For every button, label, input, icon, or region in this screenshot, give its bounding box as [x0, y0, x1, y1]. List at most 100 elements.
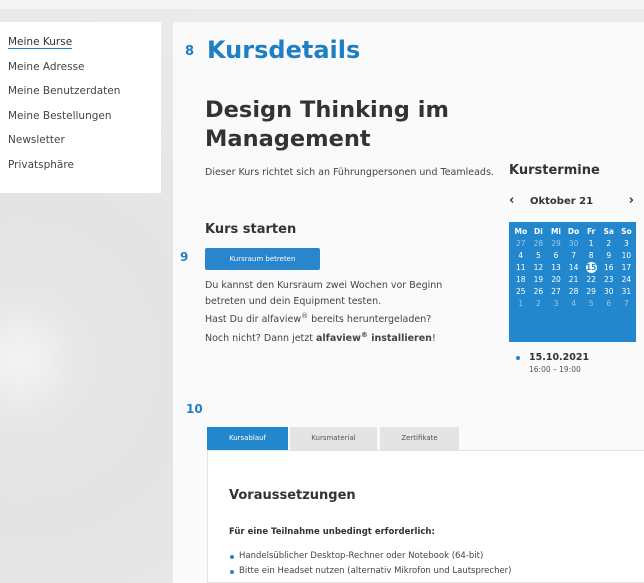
- requirements-list: Handelsüblicher Desktop-Rechner oder Not…: [229, 549, 512, 579]
- calendar-day[interactable]: 31: [618, 286, 636, 298]
- calendar-day-selected[interactable]: 15: [585, 262, 597, 273]
- calendar-day[interactable]: 28: [530, 238, 548, 250]
- calendar-month-label: Oktober 21: [530, 196, 594, 207]
- info-text: Hast Du dir alfaview: [205, 314, 302, 326]
- calendar-day[interactable]: 11: [512, 262, 530, 274]
- enter-course-room-button[interactable]: Kursraum betreten: [205, 248, 320, 270]
- sidebar-item-privatsphaere[interactable]: Privatsphäre: [8, 159, 161, 184]
- sidebar-item-meine-adresse[interactable]: Meine Adresse: [8, 61, 161, 86]
- annotation-number-8: 8: [185, 44, 195, 59]
- sidebar-item-label: Newsletter: [8, 134, 65, 146]
- tab-zertifikate[interactable]: Zertifikate: [380, 427, 459, 450]
- calendar-day[interactable]: 27: [547, 286, 565, 298]
- calendar-day[interactable]: 19: [530, 274, 548, 286]
- registered-mark: ®: [360, 330, 368, 339]
- bullet-icon: [230, 555, 234, 559]
- calendar-day[interactable]: 13: [547, 262, 565, 274]
- calendar-day[interactable]: 12: [530, 262, 548, 274]
- course-description: Dieser Kurs richtet sich an Führungperso…: [205, 167, 494, 178]
- calendar-day[interactable]: 29: [547, 238, 565, 250]
- calendar-day[interactable]: 9: [600, 250, 618, 262]
- calendar-day[interactable]: 2: [530, 298, 548, 310]
- account-sidebar: Meine Kurse Meine Adresse Meine Benutzer…: [0, 22, 161, 193]
- calendar-nav: ‹ Oktober 21 ›: [509, 193, 634, 213]
- calendar-weekday: So: [621, 227, 632, 236]
- course-title: Design Thinking im Management: [205, 97, 449, 152]
- calendar-day[interactable]: 1: [582, 238, 600, 250]
- calendar-day[interactable]: 28: [565, 286, 583, 298]
- calendar-day[interactable]: 6: [547, 250, 565, 262]
- calendar-day[interactable]: 2: [600, 238, 618, 250]
- tab-kursablauf[interactable]: Kursablauf: [207, 427, 288, 450]
- calendar-grid: Mo Di Mi Do Fr Sa So 27 28 29 30 1 2 3 4 5 6 7 8 9 10 11 12 13 1…: [509, 222, 636, 342]
- calendar-day[interactable]: 3: [547, 298, 565, 310]
- calendar-day[interactable]: 3: [618, 238, 636, 250]
- list-item-text: Bitte ein Headset nutzen (alternativ Mik…: [239, 566, 512, 576]
- calendar-weekday: Mi: [550, 227, 561, 236]
- calendar-day[interactable]: 4: [565, 298, 583, 310]
- calendar-week-row: 4 5 6 7 8 9 10: [512, 250, 636, 262]
- calendar-day[interactable]: 30: [600, 286, 618, 298]
- calendar-day[interactable]: 30: [565, 238, 583, 250]
- info-line: Hast Du dir alfaview® bereits herunterge…: [205, 309, 495, 328]
- calendar-day[interactable]: 25: [512, 286, 530, 298]
- calendar-day[interactable]: 23: [600, 274, 618, 286]
- calendar-day[interactable]: 29: [582, 286, 600, 298]
- calendar-week-row: 27 28 29 30 1 2 3: [512, 238, 636, 250]
- tab-kursmaterial[interactable]: Kursmaterial: [290, 427, 377, 450]
- sidebar-item-label: Meine Kurse: [8, 36, 73, 49]
- sidebar-item-newsletter[interactable]: Newsletter: [8, 134, 161, 159]
- calendar-day[interactable]: 1: [512, 298, 530, 310]
- link-text: installieren: [367, 332, 432, 344]
- calendar-heading: Kurstermine: [509, 163, 600, 178]
- calendar-day[interactable]: 7: [565, 250, 583, 262]
- info-text: !: [431, 332, 436, 344]
- calendar-day[interactable]: 24: [618, 274, 636, 286]
- page-title: Kursdetails: [207, 36, 361, 64]
- list-item: Bitte ein Headset nutzen (alternativ Mik…: [229, 564, 512, 579]
- calendar-day[interactable]: 10: [618, 250, 636, 262]
- calendar-day[interactable]: 4: [512, 250, 530, 262]
- link-text: alfaview: [316, 332, 361, 344]
- install-alfaview-link[interactable]: alfaview® installieren: [316, 330, 432, 344]
- calendar-day[interactable]: 7: [618, 298, 636, 310]
- chevron-left-icon[interactable]: ‹: [509, 193, 514, 209]
- calendar-day[interactable]: 17: [618, 262, 636, 274]
- sidebar-item-label: Meine Benutzerdaten: [8, 85, 121, 97]
- calendar-day[interactable]: 18: [512, 274, 530, 286]
- calendar-day[interactable]: 22: [582, 274, 600, 286]
- requirements-subheading: Für eine Teilnahme unbedingt erforderlic…: [229, 527, 435, 537]
- calendar-day[interactable]: 14: [565, 262, 583, 274]
- sidebar-item-label: Meine Bestellungen: [8, 109, 112, 122]
- calendar-day[interactable]: 20: [547, 274, 565, 286]
- calendar-day[interactable]: 21: [565, 274, 583, 286]
- calendar-week-row: 18 19 20 21 22 23 24: [512, 274, 636, 286]
- calendar-weekday: Fr: [587, 227, 596, 236]
- list-item: Handelsüblicher Desktop-Rechner oder Not…: [229, 549, 512, 564]
- calendar-day[interactable]: 16: [600, 262, 618, 274]
- list-item-text: Handelsüblicher Desktop-Rechner oder Not…: [239, 551, 484, 561]
- calendar-day[interactable]: 5: [530, 250, 548, 262]
- info-text: bereits heruntergeladen?: [308, 314, 432, 326]
- calendar-day[interactable]: 6: [600, 298, 618, 310]
- calendar-weekday: Di: [533, 227, 543, 236]
- calendar-day[interactable]: 27: [512, 238, 530, 250]
- calendar-week-row: 1234567: [512, 298, 636, 310]
- calendar-day[interactable]: 8: [582, 250, 600, 262]
- chevron-right-icon[interactable]: ›: [629, 193, 634, 209]
- course-room-info: Du kannst den Kursraum zwei Wochen vor B…: [205, 278, 495, 346]
- calendar-day[interactable]: 26: [530, 286, 548, 298]
- annotation-number-9: 9: [180, 250, 189, 264]
- sidebar-item-label: Meine Adresse: [8, 60, 85, 73]
- sidebar-item-meine-kurse[interactable]: Meine Kurse: [8, 36, 161, 61]
- calendar-day[interactable]: 5: [582, 298, 600, 310]
- course-start-heading: Kurs starten: [205, 222, 297, 237]
- bullet-icon: [516, 356, 520, 360]
- calendar-weekday: Sa: [603, 227, 614, 236]
- requirements-heading: Voraussetzungen: [229, 488, 356, 503]
- info-line: betreten und dein Equipment testen.: [205, 295, 382, 307]
- sidebar-item-bestellungen[interactable]: Meine Bestellungen: [8, 110, 161, 135]
- sidebar-item-benutzerdaten[interactable]: Meine Benutzerdaten: [8, 85, 161, 110]
- course-date: 15.10.2021: [529, 352, 590, 363]
- calendar-weekday-row: Mo Di Mi Do Fr Sa So: [512, 226, 636, 238]
